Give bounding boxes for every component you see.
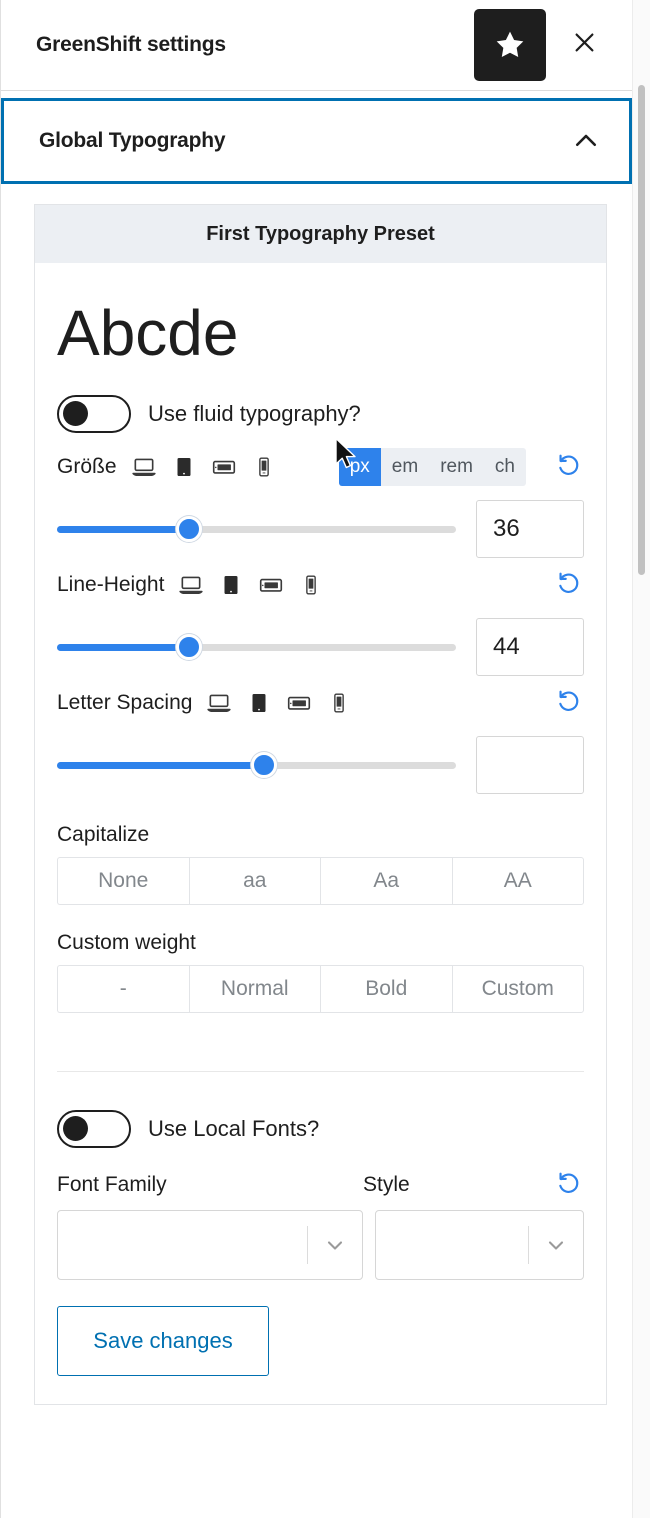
unit-option-em[interactable]: em bbox=[381, 448, 429, 486]
typography-preview-text: Abcde bbox=[57, 297, 239, 369]
device-switcher-letter-spacing bbox=[206, 690, 352, 716]
reset-icon bbox=[556, 688, 582, 719]
slider-thumb[interactable] bbox=[175, 634, 202, 660]
reset-fonts-button[interactable] bbox=[554, 1170, 584, 1200]
font-selects bbox=[57, 1210, 584, 1280]
slider-thumb[interactable] bbox=[175, 516, 202, 542]
star-button[interactable] bbox=[474, 9, 546, 81]
chevron-down-icon bbox=[308, 1233, 362, 1257]
unit-option-ch[interactable]: ch bbox=[484, 448, 526, 486]
accordion-title: Global Typography bbox=[39, 129, 226, 152]
reset-icon bbox=[556, 570, 582, 601]
slider-thumb[interactable] bbox=[251, 752, 278, 778]
reset-line-height-button[interactable] bbox=[554, 570, 584, 600]
control-line-height-header: Line-Height bbox=[57, 565, 584, 605]
preset-title: First Typography Preset bbox=[35, 205, 606, 263]
custom-weight-option-custom[interactable]: Custom bbox=[451, 965, 584, 1013]
size-slider[interactable] bbox=[57, 516, 456, 542]
close-button[interactable] bbox=[560, 21, 608, 69]
unit-switcher-size: px em rem ch bbox=[338, 448, 526, 486]
capitalize-option-uppercase[interactable]: AA bbox=[451, 857, 584, 905]
control-size-slider-row: 36 bbox=[57, 497, 584, 561]
capitalize-option-none[interactable]: None bbox=[57, 857, 189, 905]
capitalize-label: Capitalize bbox=[57, 823, 150, 846]
letter-spacing-slider[interactable] bbox=[57, 752, 456, 778]
device-switcher-size bbox=[131, 454, 277, 480]
local-fonts-row: Use Local Fonts? bbox=[57, 1110, 584, 1148]
font-style-select[interactable] bbox=[375, 1210, 584, 1280]
control-size-label: Größe bbox=[57, 455, 117, 478]
control-line-height-slider-row: 44 bbox=[57, 615, 584, 679]
control-line-height-label: Line-Height bbox=[57, 573, 165, 596]
tablet-icon[interactable] bbox=[218, 572, 244, 598]
accordion-global-typography[interactable]: Global Typography bbox=[1, 98, 632, 184]
control-size-header: Größe px em rem ch bbox=[57, 447, 584, 487]
section-divider bbox=[57, 1071, 584, 1072]
chevron-up-icon bbox=[569, 124, 603, 158]
fluid-typography-toggle[interactable] bbox=[57, 395, 131, 433]
custom-weight-button-group: - Normal Bold Custom bbox=[57, 965, 584, 1013]
typography-preset-card: First Typography Preset Abcde Use fluid … bbox=[34, 204, 607, 1405]
star-icon bbox=[493, 28, 527, 62]
unit-option-rem[interactable]: rem bbox=[429, 448, 484, 486]
mobile-icon[interactable] bbox=[298, 572, 324, 598]
control-letter-spacing-header: Letter Spacing bbox=[57, 683, 584, 723]
line-height-value-input[interactable]: 44 bbox=[476, 618, 584, 676]
scrollbar-thumb[interactable] bbox=[638, 85, 645, 575]
desktop-icon[interactable] bbox=[206, 690, 232, 716]
custom-weight-option-bold[interactable]: Bold bbox=[320, 965, 452, 1013]
capitalize-option-capitalize[interactable]: Aa bbox=[320, 857, 452, 905]
custom-weight-option-normal[interactable]: Normal bbox=[188, 965, 320, 1013]
font-family-label: Font Family bbox=[57, 1173, 167, 1196]
close-icon bbox=[571, 29, 598, 61]
reset-icon bbox=[556, 1170, 582, 1201]
chevron-down-icon bbox=[529, 1233, 583, 1257]
custom-weight-option-none[interactable]: - bbox=[57, 965, 189, 1013]
local-fonts-label: Use Local Fonts? bbox=[148, 1116, 320, 1141]
capitalize-button-group: None aa Aa AA bbox=[57, 857, 584, 905]
fluid-typography-row: Use fluid typography? bbox=[57, 395, 584, 433]
control-letter-spacing-label: Letter Spacing bbox=[57, 691, 193, 714]
settings-sidebar-screen: GreenShift settings Global Typography Fi… bbox=[0, 0, 650, 1518]
mobile-icon[interactable] bbox=[251, 454, 277, 480]
fonts-header: Font Family Style bbox=[57, 1170, 584, 1200]
control-letter-spacing: Letter Spacing bbox=[57, 683, 584, 797]
custom-weight-label: Custom weight bbox=[57, 931, 196, 954]
save-changes-button[interactable]: Save changes bbox=[57, 1306, 269, 1376]
desktop-icon[interactable] bbox=[178, 572, 204, 598]
reset-icon bbox=[556, 452, 582, 483]
device-switcher-line-height bbox=[178, 572, 324, 598]
tablet-landscape-icon[interactable] bbox=[258, 572, 284, 598]
control-line-height: Line-Height 44 bbox=[57, 565, 584, 679]
preset-body: Abcde Use fluid typography? Größe px em … bbox=[35, 263, 606, 1404]
tablet-icon[interactable] bbox=[171, 454, 197, 480]
local-fonts-toggle[interactable] bbox=[57, 1110, 131, 1148]
settings-panel: GreenShift settings Global Typography Fi… bbox=[0, 0, 632, 1518]
capitalize-option-lowercase[interactable]: aa bbox=[188, 857, 320, 905]
control-letter-spacing-slider-row bbox=[57, 733, 584, 797]
page-title: GreenShift settings bbox=[36, 33, 226, 56]
toggle-knob bbox=[63, 1116, 88, 1141]
tablet-icon[interactable] bbox=[246, 690, 272, 716]
panel-header: GreenShift settings bbox=[1, 0, 632, 91]
slider-fill bbox=[57, 525, 189, 533]
line-height-slider[interactable] bbox=[57, 634, 456, 660]
toggle-knob bbox=[63, 401, 88, 426]
reset-size-button[interactable] bbox=[554, 452, 584, 482]
control-size: Größe px em rem ch 36 bbox=[57, 447, 584, 561]
unit-option-px[interactable]: px bbox=[338, 448, 381, 486]
reset-letter-spacing-button[interactable] bbox=[554, 688, 584, 718]
tablet-landscape-icon[interactable] bbox=[286, 690, 312, 716]
font-style-label: Style bbox=[363, 1173, 410, 1196]
font-family-select[interactable] bbox=[57, 1210, 363, 1280]
mobile-icon[interactable] bbox=[326, 690, 352, 716]
desktop-icon[interactable] bbox=[131, 454, 157, 480]
fluid-typography-label: Use fluid typography? bbox=[148, 401, 361, 426]
tablet-landscape-icon[interactable] bbox=[211, 454, 237, 480]
slider-fill bbox=[57, 761, 265, 769]
size-value-input[interactable]: 36 bbox=[476, 500, 584, 558]
scrollbar[interactable] bbox=[632, 0, 650, 1518]
letter-spacing-value-input[interactable] bbox=[476, 736, 584, 794]
slider-fill bbox=[57, 643, 189, 651]
